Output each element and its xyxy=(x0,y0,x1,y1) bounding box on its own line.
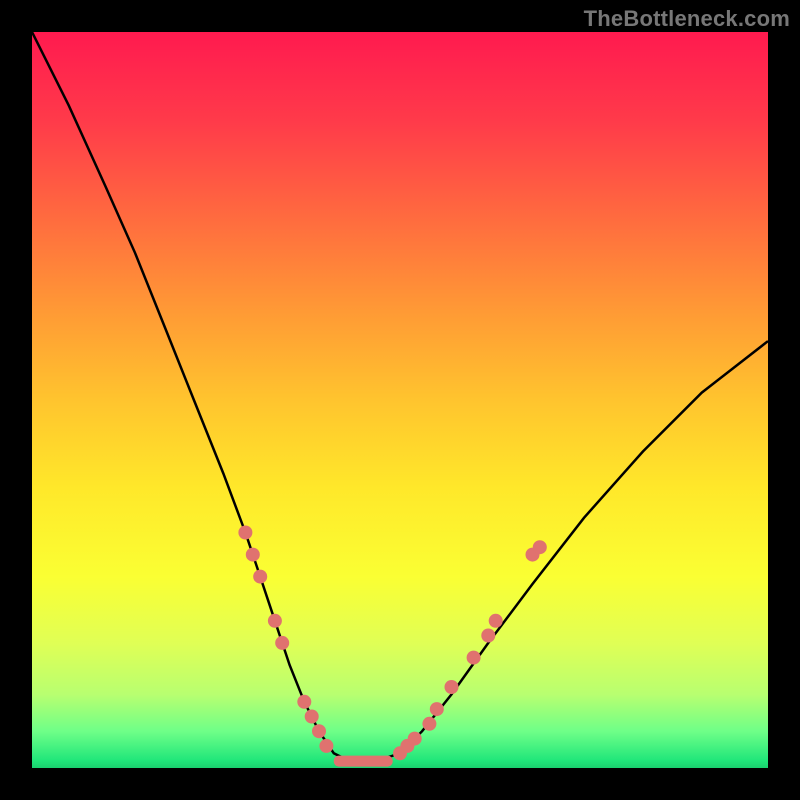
plot-area xyxy=(32,32,768,768)
watermark-text: TheBottleneck.com xyxy=(584,6,790,32)
curve-marker xyxy=(312,724,326,738)
curve-marker xyxy=(305,710,319,724)
curve-marker xyxy=(319,739,333,753)
markers-left xyxy=(238,526,333,753)
bottleneck-curve xyxy=(32,32,768,761)
curve-marker xyxy=(268,614,282,628)
curve-svg xyxy=(32,32,768,768)
markers-right xyxy=(393,540,547,760)
flat-bottom-segment xyxy=(334,756,393,767)
curve-marker xyxy=(238,526,252,540)
chart-frame: TheBottleneck.com xyxy=(0,0,800,800)
curve-marker xyxy=(430,702,444,716)
curve-marker xyxy=(275,636,289,650)
curve-marker xyxy=(445,680,459,694)
curve-marker xyxy=(489,614,503,628)
curve-marker xyxy=(408,732,422,746)
curve-marker xyxy=(467,651,481,665)
curve-marker xyxy=(246,548,260,562)
curve-marker xyxy=(481,629,495,643)
curve-marker xyxy=(253,570,267,584)
curve-marker xyxy=(422,717,436,731)
curve-marker xyxy=(297,695,311,709)
curve-marker xyxy=(533,540,547,554)
